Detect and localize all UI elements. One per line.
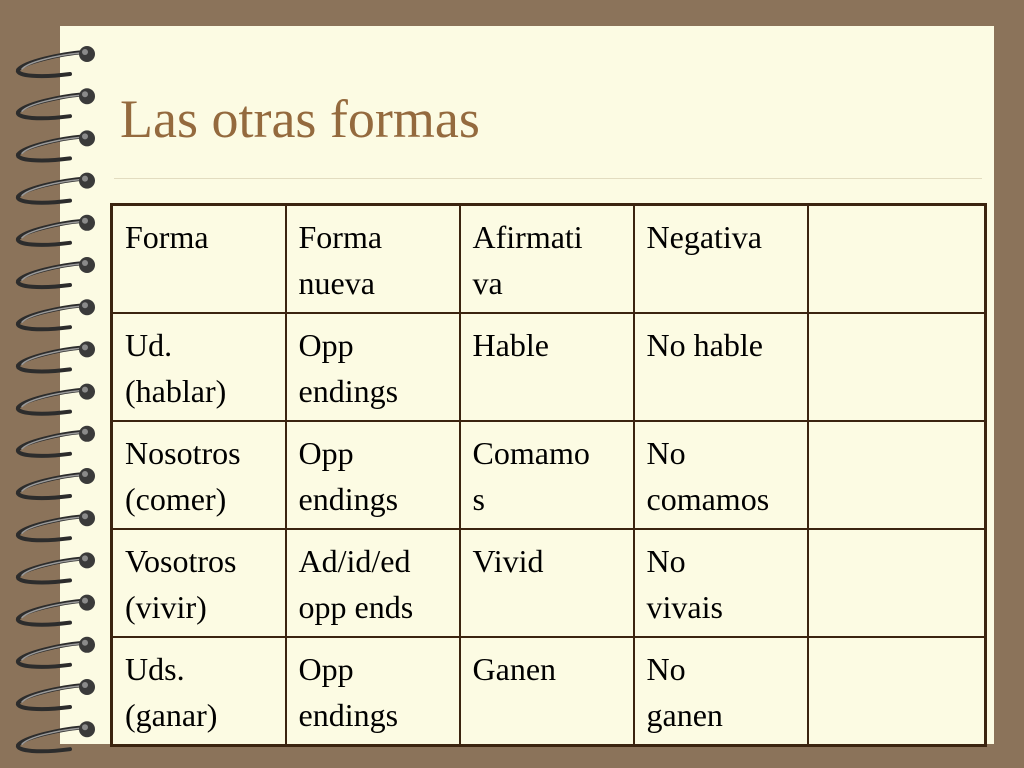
spiral-ring-icon [16, 636, 95, 669]
cell-text: va [472, 265, 503, 301]
spiral-binding [16, 46, 95, 754]
cell-text: Opp [298, 327, 354, 363]
cell-forma: Forma [110, 203, 287, 314]
cell-text: opp ends [298, 589, 414, 625]
cell-text: No [646, 435, 686, 471]
spiral-ring-icon [16, 425, 95, 458]
cell-negativa: No ganen [632, 636, 809, 747]
cell-blank [806, 420, 987, 530]
spiral-ring-icon [16, 172, 95, 205]
cell-text: Ud. [125, 327, 173, 363]
cell-text: vivais [646, 589, 723, 625]
cell-blank [806, 203, 987, 314]
cell-text: comamos [646, 481, 770, 517]
cell-negativa: Negativa [632, 203, 809, 314]
cell-blank [806, 528, 987, 638]
cell-text: Vosotros [125, 543, 237, 579]
cell-text: Ad/id/ed [298, 543, 411, 579]
title-divider [114, 178, 982, 179]
cell-forma-nueva: Forma nueva [284, 203, 461, 314]
cell-forma-nueva: Opp endings [284, 420, 461, 530]
table-row: Ud. (hablar) Opp endings Hable No hable [110, 312, 987, 422]
cell-text: Nosotros [125, 435, 241, 471]
cell-forma: Nosotros (comer) [110, 420, 287, 530]
cell-text: No [646, 543, 686, 579]
spiral-ring-icon [16, 721, 95, 754]
table-row: Uds. (ganar) Opp endings Ganen No ganen [110, 636, 987, 747]
cell-text: No hable [646, 327, 763, 363]
cell-text: Ganen [472, 651, 557, 687]
table-row: Vosotros (vivir) Ad/id/ed opp ends Vivid No vi… [110, 528, 987, 638]
cell-afirmativa: Vivid [458, 528, 635, 638]
cell-text: (comer) [125, 481, 227, 517]
cell-text: endings [298, 697, 399, 733]
cell-text: Vivid [472, 543, 544, 579]
cell-forma: Uds. (ganar) [110, 636, 287, 747]
cell-text: Uds. [125, 651, 185, 687]
table-row: Nosotros (comer) Opp endings Comamo s No comamo… [110, 420, 987, 530]
cell-text: (hablar) [125, 373, 227, 409]
cell-text: Forma [125, 219, 209, 255]
cell-text: endings [298, 481, 399, 517]
cell-afirmativa: Hable [458, 312, 635, 422]
cell-forma-nueva: Opp endings [284, 312, 461, 422]
cell-text: Hable [472, 327, 549, 363]
spiral-ring-icon [16, 383, 95, 416]
cell-text: Opp [298, 651, 354, 687]
slide-title: Las otras formas [120, 89, 480, 149]
spiral-ring-icon [16, 468, 95, 501]
cell-text: Comamo [472, 435, 590, 471]
cell-negativa: No vivais [632, 528, 809, 638]
header-row: Forma Forma nueva Afirmati va Negativa [110, 203, 987, 314]
spiral-ring-icon [16, 299, 95, 332]
cell-text: Opp [298, 435, 354, 471]
conjugation-table: Forma Forma nueva Afirmati va Negativa Ud. (hab… [110, 203, 987, 747]
cell-afirmativa: Afirmati va [458, 203, 635, 314]
cell-text: No [646, 651, 686, 687]
spiral-ring-icon [16, 88, 95, 121]
cell-negativa: No hable [632, 312, 809, 422]
cell-text: s [472, 481, 485, 517]
spiral-ring-icon [16, 341, 95, 374]
spiral-ring-icon [16, 130, 95, 163]
cell-negativa: No comamos [632, 420, 809, 530]
spiral-ring-icon [16, 510, 95, 543]
cell-text: Negativa [646, 219, 763, 255]
spiral-ring-icon [16, 214, 95, 247]
cell-forma: Ud. (hablar) [110, 312, 287, 422]
cell-blank [806, 312, 987, 422]
cell-text: endings [298, 373, 399, 409]
spiral-ring-icon [16, 46, 95, 79]
cell-forma-nueva: Opp endings [284, 636, 461, 747]
cell-text: Afirmati [472, 219, 583, 255]
cell-blank [806, 636, 987, 747]
cell-text: ganen [646, 697, 723, 733]
cell-text: Forma [298, 219, 383, 255]
spiral-ring-icon [16, 552, 95, 585]
cell-forma-nueva: Ad/id/ed opp ends [284, 528, 461, 638]
cell-forma: Vosotros (vivir) [110, 528, 287, 638]
cell-text: (ganar) [125, 697, 218, 733]
spiral-ring-icon [16, 679, 95, 712]
cell-text: (vivir) [125, 589, 207, 625]
cell-afirmativa: Comamo s [458, 420, 635, 530]
spiral-ring-icon [16, 594, 95, 627]
cell-afirmativa: Ganen [458, 636, 635, 747]
cell-text: nueva [298, 265, 375, 301]
spiral-ring-icon [16, 257, 95, 290]
